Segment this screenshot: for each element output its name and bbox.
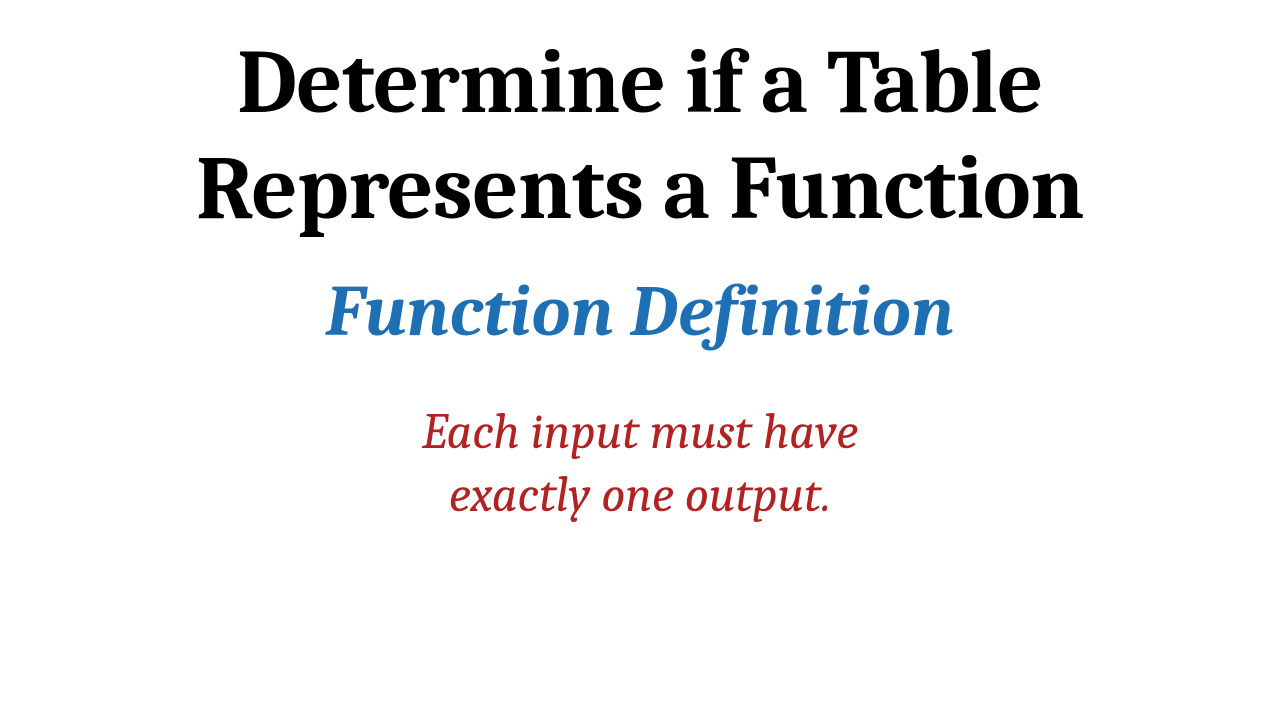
title-line-2: Represents a Function [196,137,1084,241]
body-line-1: Each input must have [422,403,858,461]
body-line-2: exactly one output. [449,466,831,524]
title-line-1: Determine if a Table [237,31,1043,135]
slide-title: Determine if a Table Represents a Functi… [196,30,1084,242]
slide: Determine if a Table Represents a Functi… [0,0,1280,720]
slide-body: Each input must have exactly one output. [422,401,858,526]
slide-subtitle: Function Definition [326,270,955,353]
